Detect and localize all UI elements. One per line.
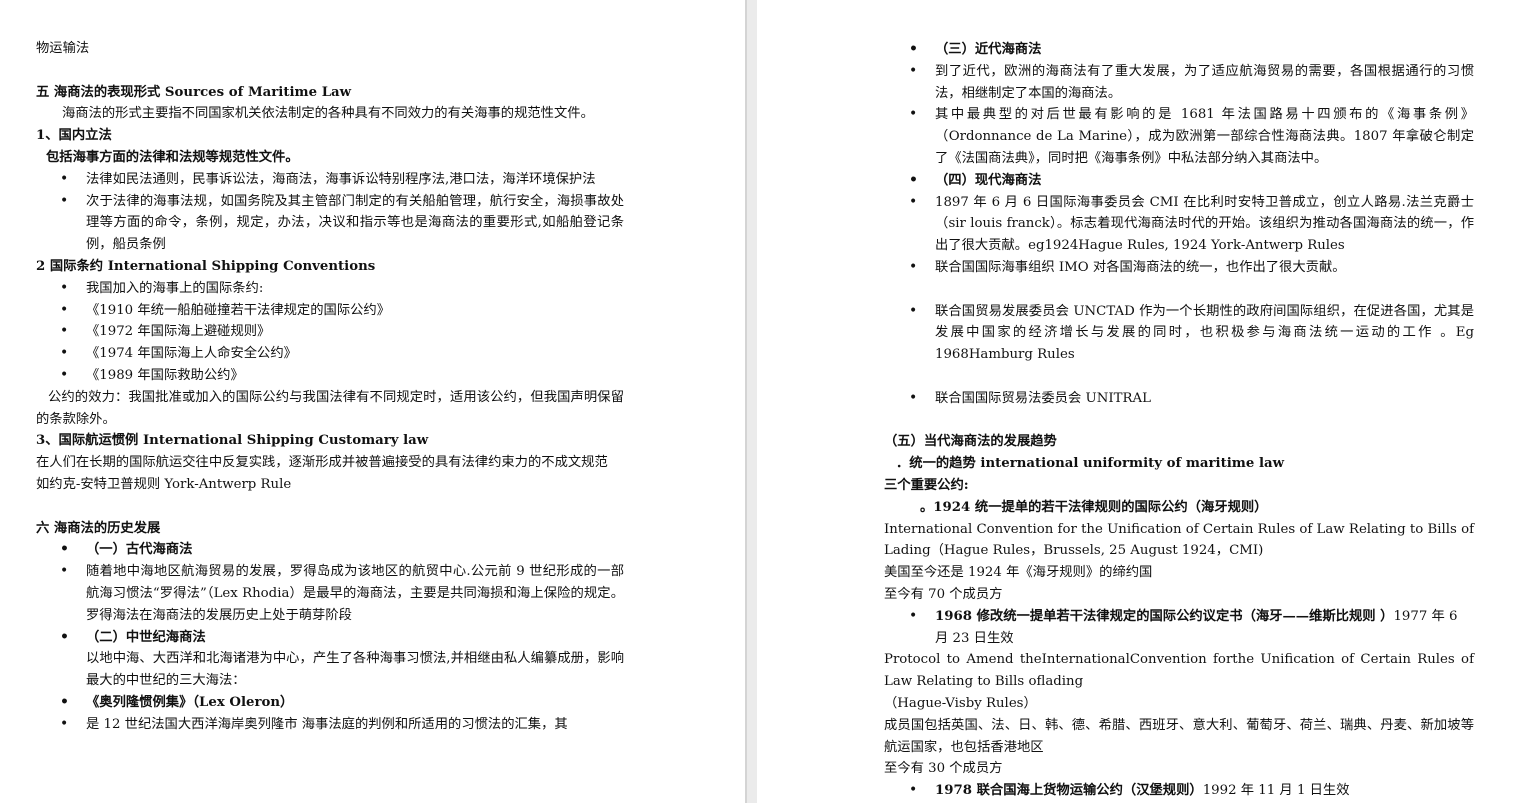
list-item: （四）现代海商法 xyxy=(884,170,1474,192)
list-item: 1897 年 6 月 6 日国际海事委员会 CMI 在比利时安特卫普成立，创立人… xyxy=(884,192,1474,257)
visby-rules-heading: 1968 修改统一提单若干法律规定的国际公约议定书（海牙——维斯比规则 ） xyxy=(935,608,1394,624)
page-gutter xyxy=(745,0,757,803)
list-item: 其中最典型的对后世最有影响的是 1681 年法国路易十四颁布的《海事条例》（Or… xyxy=(884,104,1474,169)
list-item: （一）古代海商法 xyxy=(36,539,624,561)
list-item: 《1910 年统一船舶碰撞若干法律规定的国际公约》 xyxy=(36,300,624,322)
list-item: 随着地中海地区航海贸易的发展，罗得岛成为该地区的航贸中心.公元前 9 世纪形成的… xyxy=(36,561,624,626)
customary-law-text: 在人们在长期的国际航运交往中反复实践，逐渐形成并被普遍接受的具有法律约束力的不成… xyxy=(36,455,608,471)
list-item: （二）中世纪海商法 xyxy=(36,627,624,649)
list-item: 1968 修改统一提单若干法律规定的国际公约议定书（海牙——维斯比规则 ）197… xyxy=(884,606,1474,650)
document-page-left[interactable]: 物运输法 五 海商法的表现形式 Sources of Maritime Law … xyxy=(0,0,745,803)
list-item: 是 12 世纪法国大西洋海岸奥列隆市 海事法庭的判例和所适用的习惯法的汇集，其 xyxy=(36,714,624,736)
list-item: （三）近代海商法 xyxy=(884,39,1474,61)
visby-list: 1968 修改统一提单若干法律规定的国际公约议定书（海牙——维斯比规则 ）197… xyxy=(884,606,1474,650)
hague-rules-members: 至今有 70 个成员方 xyxy=(884,586,1003,602)
subsection-1-sub: 包括海事方面的法律和法规等规范性文件。 xyxy=(46,149,299,165)
unitral-list: 联合国国际贸易法委员会 UNITRAL xyxy=(884,388,1474,410)
hamburg-rules-date: 1992 年 11 月 1 日生效 xyxy=(1202,783,1350,799)
document-viewer: 物运输法 五 海商法的表现形式 Sources of Maritime Law … xyxy=(0,0,1533,803)
customary-law-example: 如约克-安特卫普规则 York-Antwerp Rule xyxy=(36,476,292,492)
list-item: 1978 联合国海上货物运输公约（汉堡规则）1992 年 11 月 1 日生效 xyxy=(884,780,1474,802)
hague-rules-heading: 。1924 统一提单的若干法律规则的国际公约（海牙规则） xyxy=(920,499,1268,515)
visby-members-count: 至今有 30 个成员方 xyxy=(884,761,1003,777)
section-5-intro: 海商法的形式主要指不同国家机关依法制定的各种具有不同效力的有关海事的规范性文件。 xyxy=(62,106,594,122)
page-left-content: 物运输法 五 海商法的表现形式 Sources of Maritime Law … xyxy=(36,38,624,736)
visby-rules-short: （Hague-Visby Rules） xyxy=(884,695,1037,711)
list-item: 《1989 年国际救助公约》 xyxy=(36,365,624,387)
subsection-3-heading: 3、国际航运惯例 International Shipping Customar… xyxy=(36,433,429,449)
subsection-1-heading: 1、国内立法 xyxy=(36,128,112,144)
subsection-2-heading: 2 国际条约 International Shipping Convention… xyxy=(36,258,376,274)
page-right-content: （三）近代海商法 到了近代，欧洲的海商法有了重大发展，为了适应航海贸易的需要，各… xyxy=(884,38,1474,802)
section-5-heading: 五 海商法的表现形式 Sources of Maritime Law xyxy=(36,84,352,100)
running-header: 物运输法 xyxy=(36,41,90,56)
list-item: 到了近代，欧洲的海商法有了重大发展，为了适应航海贸易的需要，各国根据通行的习惯法… xyxy=(884,61,1474,105)
list-item: 联合国贸易发展委员会 UNCTAD 作为一个长期性的政府间国际组织，在促进各国，… xyxy=(884,301,1474,366)
list-item: 次于法律的海事法规，如国务院及其主管部门制定的有关船舶管理，航行安全，海损事故处… xyxy=(36,191,624,256)
hague-rules-us-note: 美国至今还是 1924 年《海牙规则》的缔约国 xyxy=(884,565,1153,581)
convention-list: 我国加入的海事上的国际条约: 《1910 年统一船舶碰撞若干法律规定的国际公约》… xyxy=(36,278,624,387)
hague-rules-english: International Convention for the Unifica… xyxy=(884,521,1474,559)
list-item: 《奥列隆惯例集》（Lex Oleron） xyxy=(36,692,624,714)
medieval-list: 《奥列隆惯例集》（Lex Oleron） 是 12 世纪法国大西洋海岸奥列隆市 … xyxy=(36,692,624,736)
list-item: 《1972 年国际海上避碰规则》 xyxy=(36,321,624,343)
history-list-continued: （三）近代海商法 到了近代，欧洲的海商法有了重大发展，为了适应航海贸易的需要，各… xyxy=(884,39,1474,279)
trend-heading: ．统一的趋势 international uniformity of marit… xyxy=(896,456,1285,472)
section-contemporary-heading: （五）当代海商法的发展趋势 xyxy=(884,434,1057,450)
list-item: 我国加入的海事上的国际条约: xyxy=(36,278,624,300)
convention-effect-text: 公约的效力：我国批准或加入的国际公约与我国法律有不同规定时，适用该公约，但我国声… xyxy=(36,389,624,427)
list-item: 联合国国际贸易法委员会 UNITRAL xyxy=(884,388,1474,410)
visby-rules-english: Protocol to Amend theInternationalConven… xyxy=(884,652,1474,690)
history-list: （一）古代海商法 随着地中海地区航海贸易的发展，罗得岛成为该地区的航贸中心.公元… xyxy=(36,539,624,648)
hamburg-list: 1978 联合国海上货物运输公约（汉堡规则）1992 年 11 月 1 日生效 xyxy=(884,780,1474,802)
list-item: 法律如民法通则，民事诉讼法，海商法，海事诉讼特别程序法,港口法，海洋环境保护法 xyxy=(36,169,624,191)
document-page-right[interactable]: （三）近代海商法 到了近代，欧洲的海商法有了重大发展，为了适应航海贸易的需要，各… xyxy=(757,0,1533,803)
domestic-law-list: 法律如民法通则，民事诉讼法，海商法，海事诉讼特别程序法,港口法，海洋环境保护法 … xyxy=(36,169,624,256)
list-item: 联合国国际海事组织 IMO 对各国海商法的统一，也作出了很大贡献。 xyxy=(884,257,1474,279)
visby-members-list: 成员国包括英国、法、日、韩、德、希腊、西班牙、意大利、葡萄牙、荷兰、瑞典、丹麦、… xyxy=(884,717,1474,755)
medieval-text: 以地中海、大西洋和北海诸港为中心，产生了各种海事习惯法,并相继由私人编纂成册，影… xyxy=(86,651,624,689)
list-item: 《1974 年国际海上人命安全公约》 xyxy=(36,343,624,365)
section-6-heading: 六 海商法的历史发展 xyxy=(36,520,161,536)
hamburg-rules-heading: 1978 联合国海上货物运输公约（汉堡规则） xyxy=(935,783,1203,799)
three-conventions-heading: 三个重要公约: xyxy=(884,477,969,493)
unctad-list: 联合国贸易发展委员会 UNCTAD 作为一个长期性的政府间国际组织，在促进各国，… xyxy=(884,301,1474,366)
